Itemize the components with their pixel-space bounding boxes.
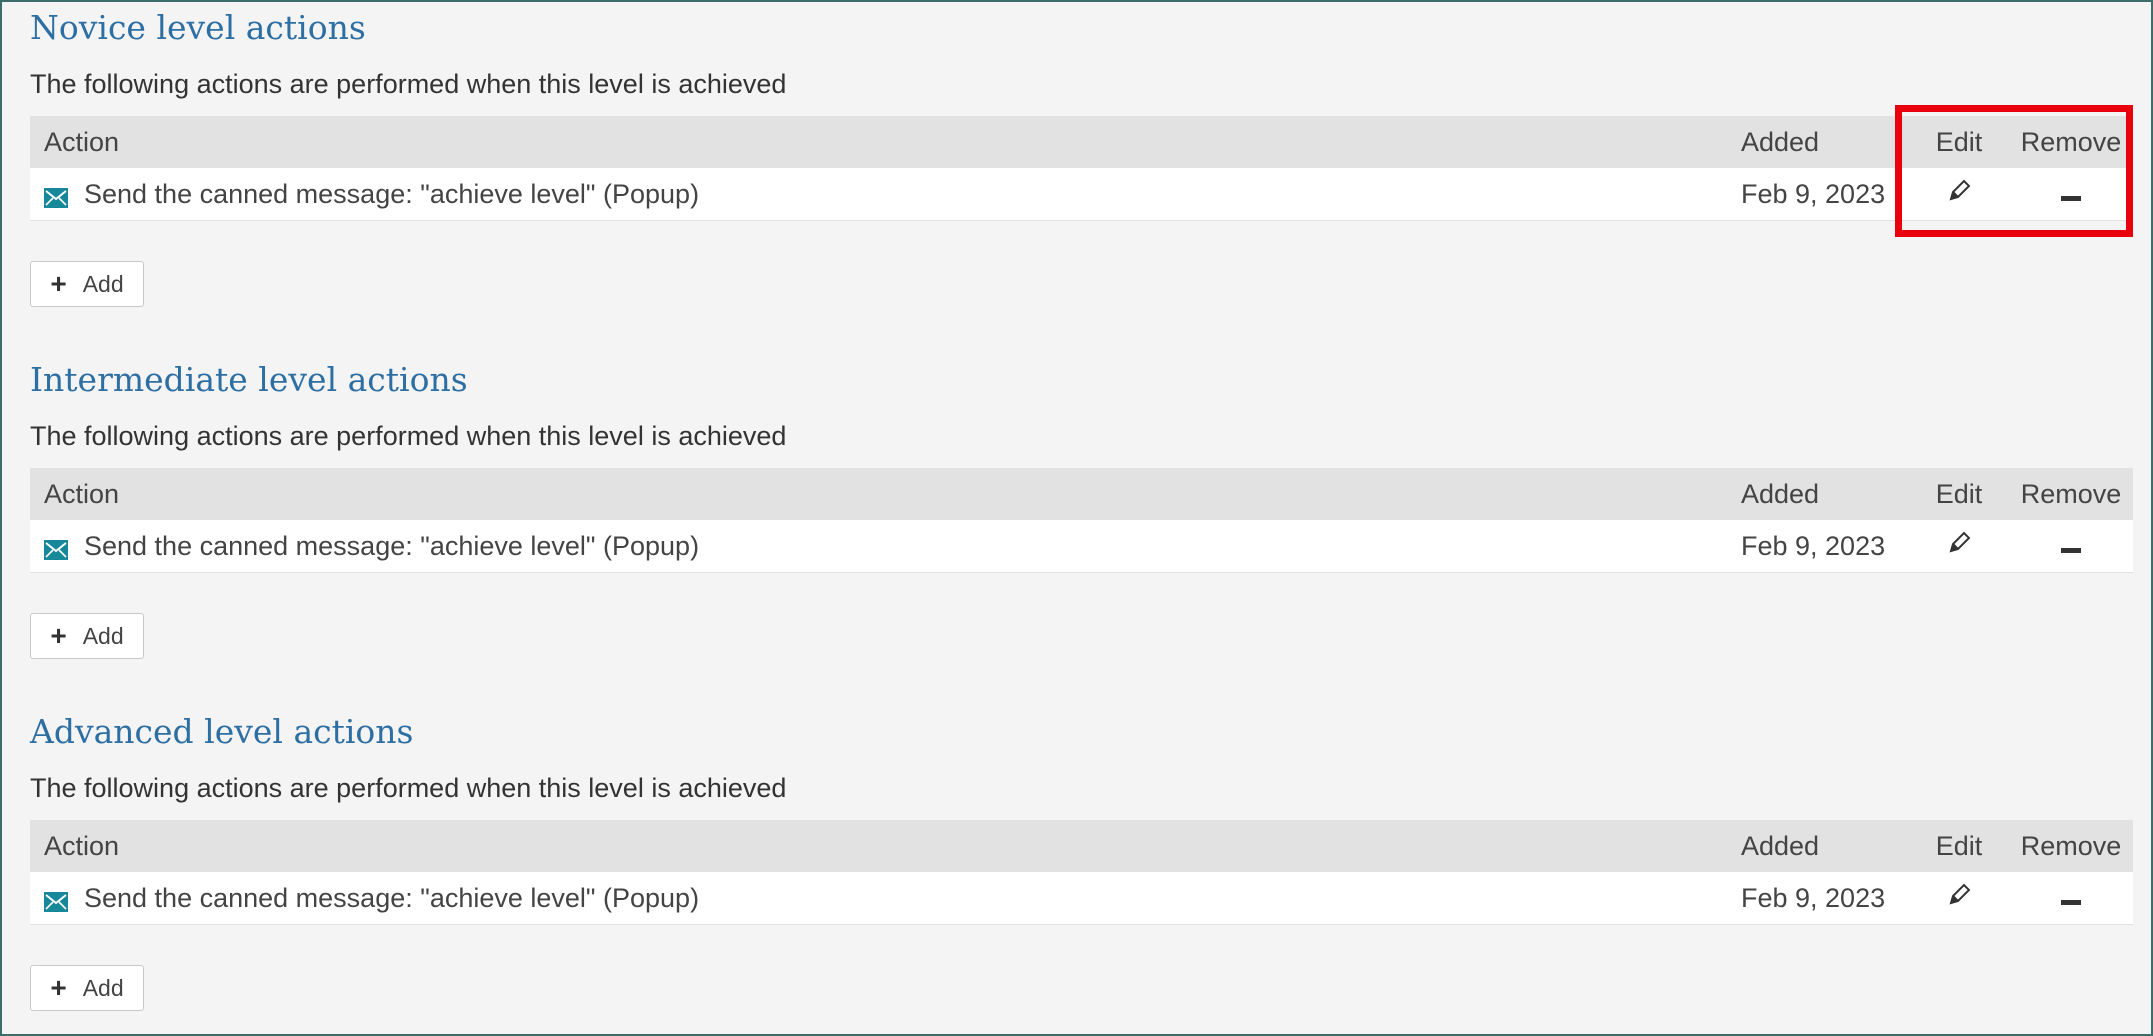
column-header-edit: Edit xyxy=(1935,478,1983,509)
added-date: Feb 9, 2023 xyxy=(1741,530,1886,561)
add-button-label: Add xyxy=(82,974,124,1001)
edit-cell xyxy=(1909,178,2009,211)
table-header: Action Added Edit Remove xyxy=(30,820,2133,872)
plus-icon: + xyxy=(50,268,67,299)
section-description: The following actions are performed when… xyxy=(30,773,787,803)
levels-panel: Novice level actions The following actio… xyxy=(0,0,2153,1036)
plus-icon: + xyxy=(50,972,67,1003)
add-button-label: Add xyxy=(82,270,124,297)
add-button[interactable]: + Add xyxy=(30,965,144,1011)
added-date: Feb 9, 2023 xyxy=(1741,882,1886,913)
section-description: The following actions are performed when… xyxy=(30,421,787,451)
add-button[interactable]: + Add xyxy=(30,261,144,307)
added-date: Feb 9, 2023 xyxy=(1741,178,1886,209)
pencil-icon[interactable] xyxy=(1946,530,1972,563)
column-header-action: Action xyxy=(44,478,120,509)
column-header-edit: Edit xyxy=(1935,126,1983,157)
column-header-remove: Remove xyxy=(2020,478,2122,509)
minus-icon[interactable] xyxy=(2060,883,2082,914)
minus-icon[interactable] xyxy=(2060,179,2082,210)
column-header-added: Added xyxy=(1741,478,1820,509)
section-title: Novice level actions xyxy=(30,8,366,47)
envelope-icon xyxy=(44,184,68,208)
table-header: Action Added Edit Remove xyxy=(30,468,2133,520)
column-header-edit: Edit xyxy=(1935,830,1983,861)
envelope-icon xyxy=(44,888,68,912)
section-title: Advanced level actions xyxy=(30,712,414,751)
actions-table: Action Added Edit Remove Send the canned… xyxy=(30,468,2133,573)
action-text: Send the canned message: "achieve level"… xyxy=(84,178,700,209)
minus-icon[interactable] xyxy=(2060,531,2082,562)
table-row: Send the canned message: "achieve level"… xyxy=(30,168,2133,221)
remove-cell xyxy=(2009,883,2133,914)
envelope-icon xyxy=(44,536,68,560)
action-cell: Send the canned message: "achieve level"… xyxy=(30,531,1711,562)
section-novice: Novice level actions The following actio… xyxy=(30,6,2133,307)
section-description: The following actions are performed when… xyxy=(30,69,787,99)
column-header-action: Action xyxy=(44,126,120,157)
remove-cell xyxy=(2009,531,2133,562)
add-button-label: Add xyxy=(82,622,124,649)
actions-table: Action Added Edit Remove Send the canned… xyxy=(30,116,2133,221)
section-advanced: Advanced level actions The following act… xyxy=(30,710,2133,1011)
action-text: Send the canned message: "achieve level"… xyxy=(84,882,700,913)
actions-table: Action Added Edit Remove Send the canned… xyxy=(30,820,2133,925)
section-title: Intermediate level actions xyxy=(30,360,468,399)
section-intermediate: Intermediate level actions The following… xyxy=(30,358,2133,659)
column-header-remove: Remove xyxy=(2020,126,2122,157)
action-cell: Send the canned message: "achieve level"… xyxy=(30,883,1711,914)
table-row: Send the canned message: "achieve level"… xyxy=(30,520,2133,573)
column-header-added: Added xyxy=(1741,830,1820,861)
add-button[interactable]: + Add xyxy=(30,613,144,659)
action-cell: Send the canned message: "achieve level"… xyxy=(30,179,1711,210)
column-header-remove: Remove xyxy=(2020,830,2122,861)
table-header: Action Added Edit Remove xyxy=(30,116,2133,168)
pencil-icon[interactable] xyxy=(1946,178,1972,211)
pencil-icon[interactable] xyxy=(1946,882,1972,915)
plus-icon: + xyxy=(50,620,67,651)
remove-cell xyxy=(2009,179,2133,210)
column-header-added: Added xyxy=(1741,126,1820,157)
column-header-action: Action xyxy=(44,830,120,861)
edit-cell xyxy=(1909,882,2009,915)
table-row: Send the canned message: "achieve level"… xyxy=(30,872,2133,925)
edit-cell xyxy=(1909,530,2009,563)
action-text: Send the canned message: "achieve level"… xyxy=(84,530,700,561)
